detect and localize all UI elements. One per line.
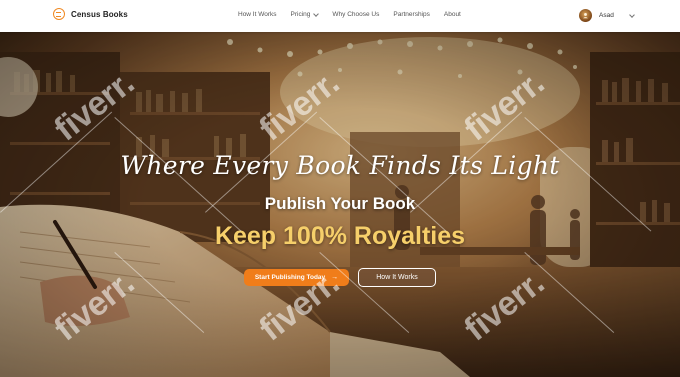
nav-link-about[interactable]: About (444, 11, 461, 18)
nav-link-label: Why Choose Us (332, 11, 380, 18)
hero-headline: Publish Your Book (264, 194, 416, 213)
arrow-right-icon: → (331, 274, 339, 281)
button-label: How It Works (376, 274, 418, 281)
nav-link-label: How It Works (238, 11, 277, 18)
chevron-down-icon (313, 10, 320, 17)
chevron-down-icon (628, 11, 635, 18)
nav-link-label: Partnerships (393, 11, 430, 18)
nav-link-partnerships[interactable]: Partnerships (393, 11, 430, 18)
book-logo-icon (53, 8, 65, 20)
nav-link-how-it-works[interactable]: How It Works (238, 11, 277, 18)
user-name: Asad (599, 12, 614, 19)
hero-content: Where Every Book Finds Its Light Publish… (0, 32, 680, 377)
top-navbar: Census Books How It Works Pricing Why Ch… (0, 0, 680, 32)
hero-section: Where Every Book Finds Its Light Publish… (0, 32, 680, 377)
brand-name: Census Books (71, 9, 128, 19)
button-label: Start Publishing Today (254, 274, 326, 281)
brand[interactable]: Census Books (53, 8, 128, 20)
user-avatar-icon (583, 13, 588, 19)
avatar (579, 9, 592, 22)
how-it-works-button[interactable]: How It Works (358, 268, 436, 287)
nav-links: How It Works Pricing Why Choose Us Partn… (238, 10, 475, 18)
nav-link-label: Pricing (290, 11, 311, 18)
user-menu[interactable]: Asad (579, 9, 635, 22)
start-publishing-button[interactable]: Start Publishing Today → (244, 269, 349, 286)
nav-link-why-choose-us[interactable]: Why Choose Us (332, 11, 379, 18)
hero-subheadline: Keep 100% Royalties (214, 222, 466, 250)
nav-link-label: About (443, 11, 461, 18)
nav-link-pricing[interactable]: Pricing (290, 10, 320, 18)
hero-tagline: Where Every Book Finds Its Light (120, 151, 560, 180)
